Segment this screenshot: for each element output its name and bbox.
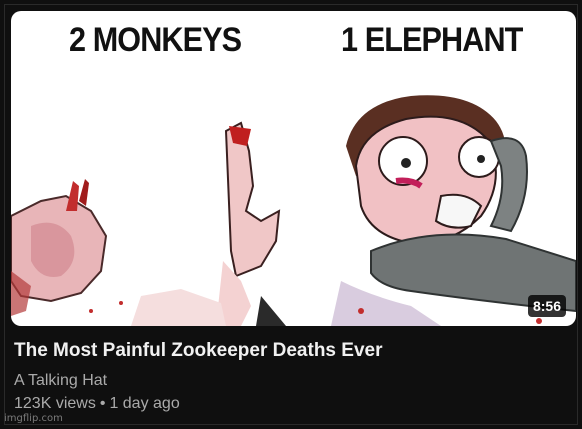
view-count: 123K views — [14, 395, 96, 412]
upload-age: 1 day ago — [109, 395, 180, 412]
meta-separator: • — [99, 395, 106, 412]
left-panel-art — [11, 121, 286, 326]
video-title[interactable]: The Most Painful Zookeeper Deaths Ever — [14, 340, 382, 362]
channel-name[interactable]: A Talking Hat — [14, 372, 107, 390]
duration-badge: 8:56 — [527, 295, 566, 317]
thumbnail-caption-left: 2 MONKEYS — [69, 21, 242, 59]
imgflip-watermark: imgflip.com — [4, 413, 63, 424]
video-thumbnail[interactable]: 2 MONKEYS 1 ELEPHANT 8:56 — [11, 11, 576, 326]
right-panel-art — [331, 95, 576, 326]
thumbnail-caption-right: 1 ELEPHANT — [341, 21, 523, 59]
video-metadata: 123K views • 1 day ago — [14, 395, 180, 413]
